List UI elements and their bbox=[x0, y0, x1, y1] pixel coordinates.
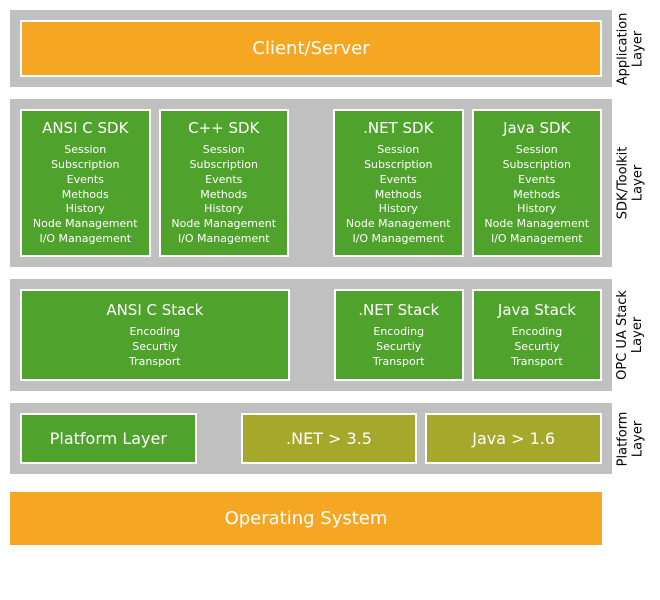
sdk-side-label: SDK/Toolkit Layer bbox=[612, 99, 650, 267]
sdk-gap bbox=[297, 109, 325, 257]
platform-side-label: Platform Layer bbox=[612, 403, 650, 474]
stack-side-label-text: OPC UA Stack Layer bbox=[616, 290, 646, 380]
application-side-label-text: Application Layer bbox=[616, 12, 646, 85]
stack-title: ANSI C Stack bbox=[106, 301, 203, 319]
stack-feat: Encoding bbox=[129, 325, 180, 340]
sdk-feat: I/O Management bbox=[491, 232, 583, 247]
stack-gap bbox=[298, 289, 326, 382]
sdk-feat: Session bbox=[64, 143, 106, 158]
stack-feat: Transport bbox=[511, 355, 563, 370]
sdk-feat: Node Management bbox=[171, 217, 276, 232]
os-row: Operating System bbox=[10, 492, 650, 545]
sdk-feat: History bbox=[379, 202, 418, 217]
sdk-feat: Subscription bbox=[503, 158, 571, 173]
sdk-box-java: Java SDK Session Subscription Events Met… bbox=[472, 109, 603, 257]
sdk-feat: Methods bbox=[62, 188, 109, 203]
platform-box-platform-layer: Platform Layer bbox=[20, 413, 197, 464]
sdk-feat: I/O Management bbox=[352, 232, 444, 247]
stack-layer-row: ANSI C Stack Encoding Securtiy Transport… bbox=[10, 279, 650, 392]
sdk-feat: Node Management bbox=[33, 217, 138, 232]
sdk-title: C++ SDK bbox=[188, 119, 259, 137]
stack-box-java: Java Stack Encoding Securtiy Transport bbox=[472, 289, 602, 382]
sdk-feat: Session bbox=[377, 143, 419, 158]
application-side-label: Application Layer bbox=[612, 10, 650, 87]
stack-side-label: OPC UA Stack Layer bbox=[612, 279, 650, 392]
sdk-feat: Events bbox=[380, 173, 417, 188]
sdk-title: ANSI C SDK bbox=[42, 119, 128, 137]
stack-feat: Encoding bbox=[512, 325, 563, 340]
sdk-layer-body: ANSI C SDK Session Subscription Events M… bbox=[10, 99, 612, 267]
os-body: Operating System bbox=[10, 492, 612, 545]
platform-gap bbox=[205, 413, 233, 464]
stack-title: Java Stack bbox=[498, 301, 576, 319]
os-title: Operating System bbox=[225, 508, 388, 529]
platform-title: Platform Layer bbox=[50, 429, 167, 448]
sdk-box-dotnet: .NET SDK Session Subscription Events Met… bbox=[333, 109, 464, 257]
sdk-feat: Methods bbox=[375, 188, 422, 203]
sdk-feat: Subscription bbox=[51, 158, 119, 173]
sdk-box-ansi-c: ANSI C SDK Session Subscription Events M… bbox=[20, 109, 151, 257]
sdk-box-cpp: C++ SDK Session Subscription Events Meth… bbox=[159, 109, 290, 257]
sdk-feat: Methods bbox=[513, 188, 560, 203]
stack-box-ansi-c: ANSI C Stack Encoding Securtiy Transport bbox=[20, 289, 290, 382]
sdk-feat: Events bbox=[67, 173, 104, 188]
sdk-feat: Node Management bbox=[346, 217, 451, 232]
sdk-feat: History bbox=[66, 202, 105, 217]
stack-feat: Securtiy bbox=[132, 340, 177, 355]
stack-title: .NET Stack bbox=[358, 301, 439, 319]
application-layer-row: Client/Server Application Layer bbox=[10, 10, 650, 87]
application-layer-body: Client/Server bbox=[10, 10, 612, 87]
platform-title: Java > 1.6 bbox=[472, 429, 555, 448]
sdk-feat: Subscription bbox=[190, 158, 258, 173]
platform-layer-body: Platform Layer .NET > 3.5 Java > 1.6 bbox=[10, 403, 612, 474]
sdk-feat: Subscription bbox=[364, 158, 432, 173]
sdk-feat: Session bbox=[203, 143, 245, 158]
client-server-title: Client/Server bbox=[252, 38, 369, 59]
sdk-layer-row: ANSI C SDK Session Subscription Events M… bbox=[10, 99, 650, 267]
stack-feat: Encoding bbox=[373, 325, 424, 340]
platform-box-dotnet: .NET > 3.5 bbox=[241, 413, 418, 464]
stack-layer-body: ANSI C Stack Encoding Securtiy Transport… bbox=[10, 279, 612, 392]
platform-side-label-text: Platform Layer bbox=[616, 412, 646, 467]
stack-feat: Transport bbox=[373, 355, 425, 370]
sdk-feat: Methods bbox=[200, 188, 247, 203]
sdk-feat: Events bbox=[518, 173, 555, 188]
platform-box-java: Java > 1.6 bbox=[425, 413, 602, 464]
sdk-side-label-text: SDK/Toolkit Layer bbox=[616, 147, 646, 220]
sdk-feat: I/O Management bbox=[178, 232, 270, 247]
client-server-block: Client/Server bbox=[20, 20, 602, 77]
sdk-feat: Session bbox=[516, 143, 558, 158]
platform-title: .NET > 3.5 bbox=[286, 429, 372, 448]
sdk-feat: I/O Management bbox=[39, 232, 131, 247]
os-side-spacer bbox=[612, 492, 650, 545]
stack-box-dotnet: .NET Stack Encoding Securtiy Transport bbox=[334, 289, 464, 382]
sdk-title: .NET SDK bbox=[363, 119, 433, 137]
platform-layer-row: Platform Layer .NET > 3.5 Java > 1.6 Pla… bbox=[10, 403, 650, 474]
sdk-feat: Node Management bbox=[484, 217, 589, 232]
stack-feat: Transport bbox=[129, 355, 181, 370]
sdk-feat: History bbox=[204, 202, 243, 217]
sdk-feat: History bbox=[517, 202, 556, 217]
sdk-title: Java SDK bbox=[503, 119, 570, 137]
sdk-feat: Events bbox=[205, 173, 242, 188]
stack-feat: Securtiy bbox=[514, 340, 559, 355]
os-block: Operating System bbox=[10, 492, 602, 545]
stack-feat: Securtiy bbox=[376, 340, 421, 355]
